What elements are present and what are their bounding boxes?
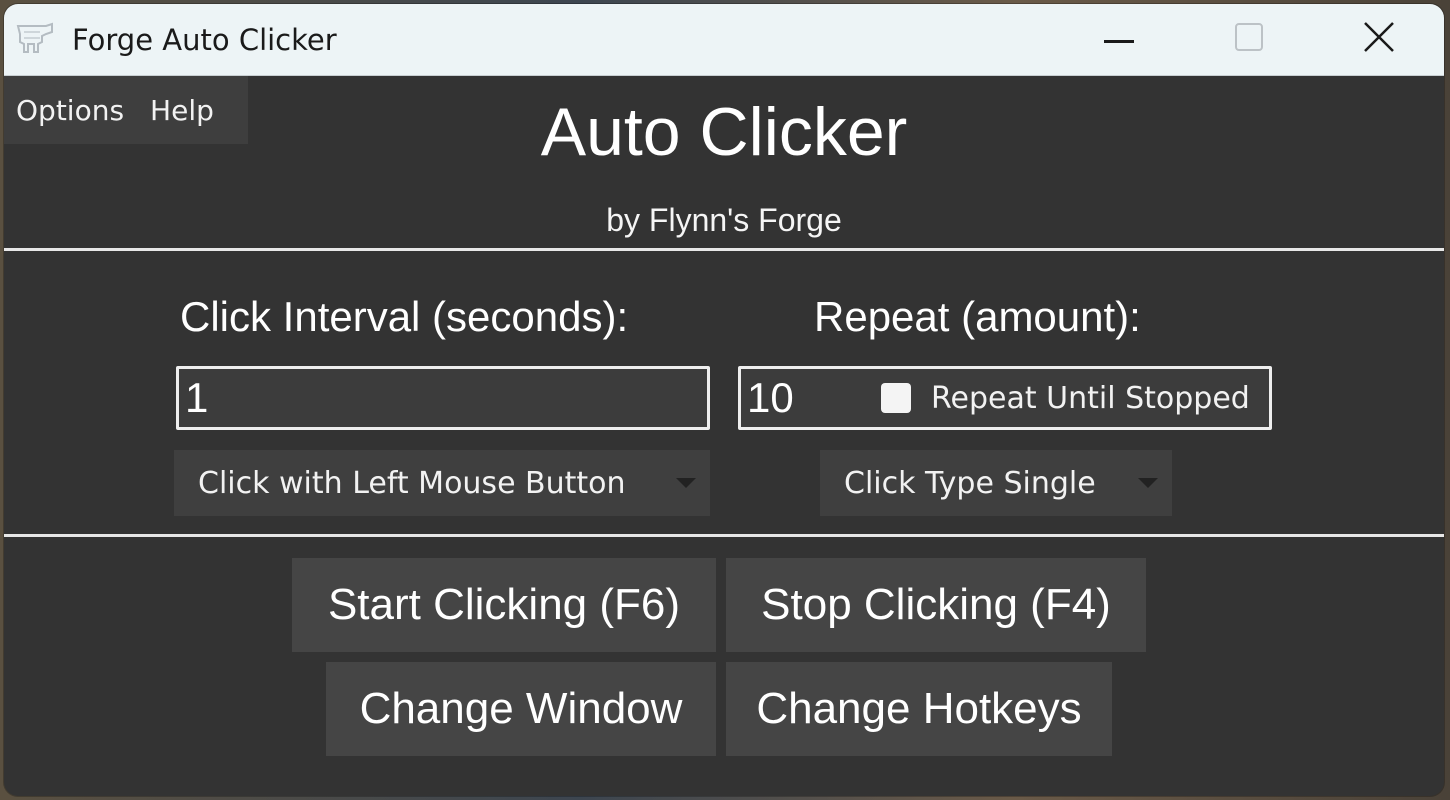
click-type-dropdown[interactable]: Click Type Single [820,450,1172,516]
maximize-icon [1234,22,1264,57]
change-window-button[interactable]: Change Window [326,662,716,756]
minimize-icon [1104,31,1134,49]
start-clicking-button[interactable]: Start Clicking (F6) [292,558,716,652]
app-window: Forge Auto Clicker Options Help Auto Cli… [4,4,1444,796]
repeat-field-frame: Repeat Until Stopped [738,366,1272,430]
app-subheading: by Flynn's Forge [606,202,842,238]
repeat-input[interactable] [741,369,871,427]
close-button[interactable] [1314,4,1444,75]
close-icon [1363,21,1395,58]
maximize-button[interactable] [1184,4,1314,75]
stop-clicking-button[interactable]: Stop Clicking (F4) [726,558,1146,652]
repeat-until-stopped-checkbox[interactable]: Repeat Until Stopped [881,369,1250,427]
change-hotkeys-button[interactable]: Change Hotkeys [726,662,1112,756]
interval-field-frame [176,366,710,430]
minimize-button[interactable] [1054,4,1184,75]
checkbox-box[interactable] [881,383,911,413]
forge-anvil-icon [16,22,54,56]
title-bar[interactable]: Forge Auto Clicker [4,4,1444,76]
repeat-until-stopped-label: Repeat Until Stopped [931,380,1250,416]
interval-input[interactable] [179,369,707,427]
divider-bottom [4,534,1444,537]
mouse-button-selected: Click with Left Mouse Button [198,465,626,501]
mouse-button-dropdown[interactable]: Click with Left Mouse Button [174,450,710,516]
window-title: Forge Auto Clicker [72,23,337,57]
divider-top [4,248,1444,251]
repeat-label: Repeat (amount): [814,293,1141,340]
click-type-selected: Click Type Single [844,465,1096,501]
chevron-down-icon [676,478,696,488]
interval-label: Click Interval (seconds): [180,293,629,340]
chevron-down-icon [1138,478,1158,488]
app-heading: Auto Clicker [540,94,908,170]
